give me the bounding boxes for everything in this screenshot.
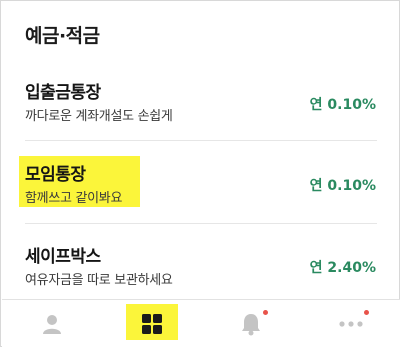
product-desc: 함께쓰고 같이봐요 [25,191,123,206]
app-screen: 예금·적금 입출금통장 까다로운 계좌개설도 손쉽게 연 0.10% 모임통장 … [0,0,400,347]
tab-home[interactable] [122,300,182,347]
more-badge [364,310,369,315]
more-icon [339,321,363,327]
product-row-checking[interactable]: 입출금통장 까다로운 계좌개설도 손쉽게 연 0.10% [1,76,400,136]
product-desc: 까다로운 계좌개설도 손쉽게 [25,109,173,124]
product-name: 세이프박스 [25,247,101,267]
tab-profile[interactable] [22,300,82,347]
divider [25,140,377,141]
product-name: 모임통장 [25,165,86,185]
bell-icon [242,314,260,336]
product-rate: 연 0.10% [309,178,376,194]
product-rate: 연 2.40% [309,260,376,276]
notification-badge [263,310,268,315]
bottom-tab-bar [2,299,400,347]
tab-notifications[interactable] [221,300,281,347]
product-row-safebox[interactable]: 세이프박스 여유자금을 따로 보관하세요 연 2.40% [1,242,400,292]
product-rate: 연 0.10% [309,97,376,113]
product-name: 입출금통장 [25,83,101,103]
product-row-group[interactable]: 모임통장 함께쓰고 같이봐요 연 0.10% [1,159,400,219]
section-title: 예금·적금 [25,25,100,47]
tab-more[interactable] [321,300,381,347]
grid-icon [142,314,162,334]
product-desc: 여유자금을 따로 보관하세요 [25,273,173,288]
person-icon [43,315,61,334]
divider [25,223,377,224]
